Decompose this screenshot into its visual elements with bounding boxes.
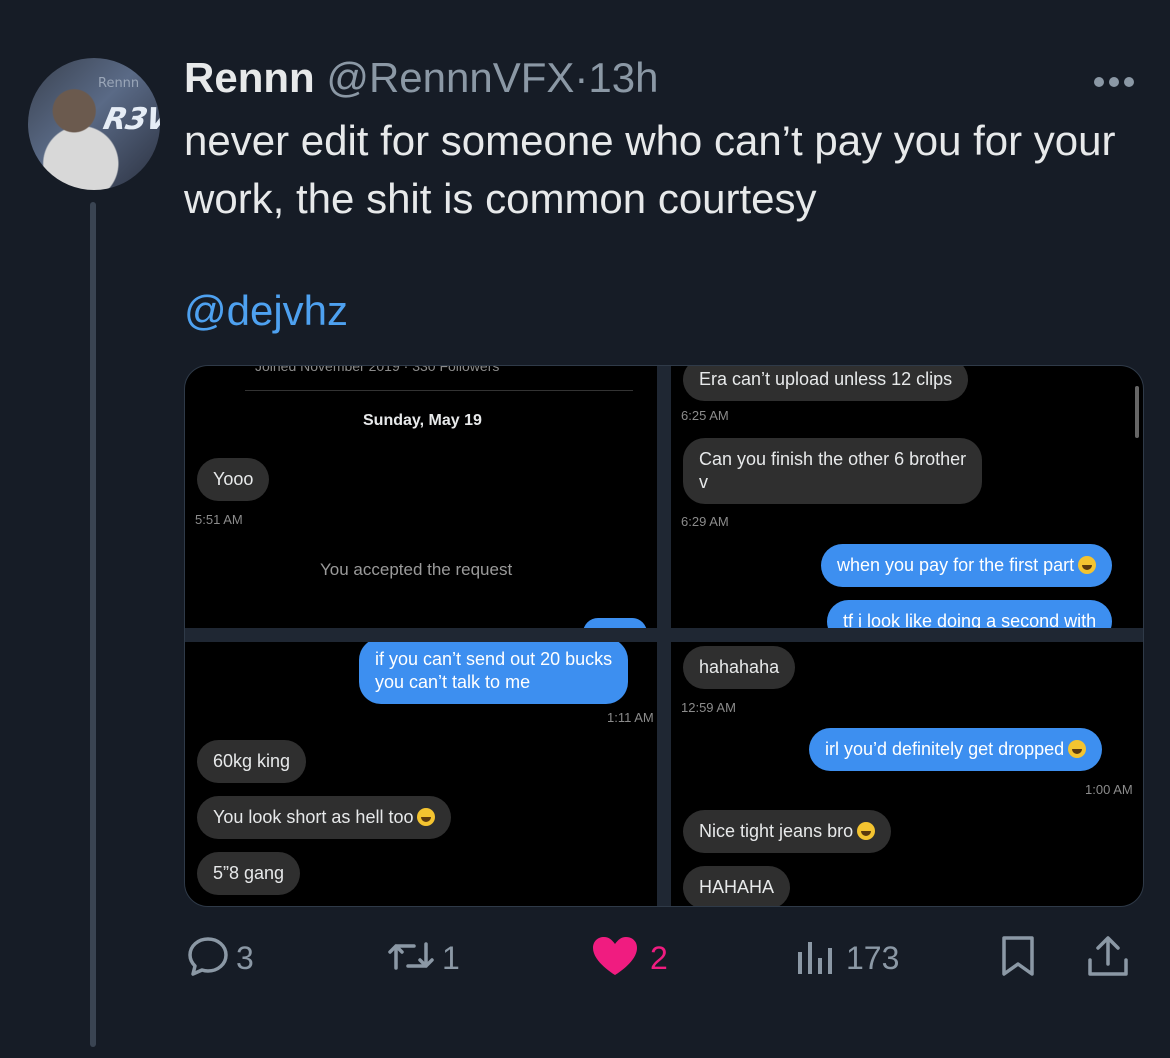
mention-link[interactable]: @dejvhz — [184, 284, 348, 338]
message-bubble: irl you’d definitely get dropped — [809, 728, 1103, 771]
media-image-2[interactable]: Era can’t upload unless 12 clips 6:25 AM… — [671, 366, 1143, 628]
reply-count: 3 — [236, 939, 254, 976]
scrollbar[interactable] — [1135, 386, 1139, 438]
message-time: 12:59 AM — [681, 700, 736, 715]
bubble-line: if you can’t send out 20 bucks — [375, 649, 613, 669]
message-bubble: 5”8 gang — [197, 852, 301, 895]
bubble-text: when you pay for the first part — [837, 555, 1075, 575]
bubble-text: You look short as hell too — [213, 807, 414, 827]
retweet-button[interactable]: 1 — [384, 930, 460, 986]
message-time: 1:11 AM — [607, 710, 654, 725]
views-bar-chart-icon — [794, 934, 836, 983]
bubble-line: Can you finish the other 6 brother — [699, 449, 967, 469]
message-time: 1:00 AM — [1085, 782, 1133, 797]
message-time: 6:29 AM — [681, 514, 729, 529]
laughing-emoji-icon — [1068, 740, 1087, 758]
avatar-logo: R3V — [100, 102, 160, 137]
reply-icon — [186, 934, 230, 983]
media-image-4[interactable]: hahahaha 12:59 AM irl you’d definitely g… — [671, 642, 1143, 906]
user-handle[interactable]: @RennnVFX — [326, 54, 574, 101]
system-message: You accepted the request — [320, 560, 513, 579]
message-bubble: Yooo — [197, 458, 270, 501]
message-bubble: HAHAHA — [683, 866, 791, 906]
message-bubble: hahahaha — [683, 646, 796, 689]
bubble-line: you can’t talk to me — [375, 672, 531, 692]
divider — [245, 390, 633, 391]
views-button[interactable]: 173 — [794, 930, 899, 986]
media-image-3[interactable]: if you can’t send out 20 bucks you can’t… — [185, 642, 657, 906]
timestamp[interactable]: 13h — [588, 54, 658, 101]
laughing-emoji-icon — [1078, 556, 1097, 574]
message-time: 6:25 AM — [681, 408, 729, 423]
bubble-text: irl you’d definitely get dropped — [825, 739, 1065, 759]
message-bubble: You look short as hell too — [197, 796, 452, 839]
like-count: 2 — [650, 939, 668, 976]
share-icon — [1084, 934, 1132, 983]
media-image-1[interactable]: Joined November 2019 · 330 Followers Sun… — [185, 366, 657, 628]
tweet-actions: 3 1 2 173 — [184, 930, 1142, 986]
media-grid[interactable]: Joined November 2019 · 330 Followers Sun… — [184, 365, 1144, 907]
message-bubble-partial — [583, 618, 647, 628]
avatar[interactable]: Rennn R3V — [28, 58, 160, 190]
share-button[interactable] — [1084, 930, 1132, 986]
bookmark-icon — [998, 934, 1038, 983]
more-options-icon[interactable] — [1092, 60, 1136, 90]
profile-meta: Joined November 2019 · 330 Followers — [255, 366, 500, 374]
retweet-count: 1 — [442, 939, 460, 976]
message-bubble: Can you finish the other 6 brother v — [683, 438, 983, 504]
message-bubble: when you pay for the first part — [821, 544, 1113, 587]
thread-line — [90, 202, 96, 1047]
laughing-emoji-icon — [857, 822, 876, 840]
heart-icon — [590, 934, 640, 983]
views-count: 173 — [846, 939, 900, 976]
message-bubble: tf i look like doing a second with — [827, 600, 1113, 628]
bookmark-button[interactable] — [998, 930, 1038, 986]
message-bubble: if you can’t send out 20 bucks you can’t… — [359, 642, 629, 704]
tweet-header: Rennn @RennnVFX·13h — [184, 52, 659, 104]
message-bubble: Era can’t upload unless 12 clips — [683, 366, 969, 401]
retweet-icon — [384, 934, 438, 983]
message-bubble: Nice tight jeans bro — [683, 810, 892, 853]
avatar-logo-top: Rennn — [98, 76, 140, 91]
like-button[interactable]: 2 — [590, 930, 668, 986]
bubble-line: v — [699, 472, 708, 492]
tweet-text: never edit for someone who can’t pay you… — [184, 117, 1116, 222]
message-time: 5:51 AM — [195, 512, 243, 527]
date-header: Sunday, May 19 — [363, 412, 482, 429]
reply-button[interactable]: 3 — [186, 930, 254, 986]
message-bubble: 60kg king — [197, 740, 307, 783]
display-name[interactable]: Rennn — [184, 54, 315, 101]
separator-dot: · — [574, 54, 589, 101]
bubble-text: Nice tight jeans bro — [699, 821, 854, 841]
laughing-emoji-icon — [417, 808, 436, 826]
